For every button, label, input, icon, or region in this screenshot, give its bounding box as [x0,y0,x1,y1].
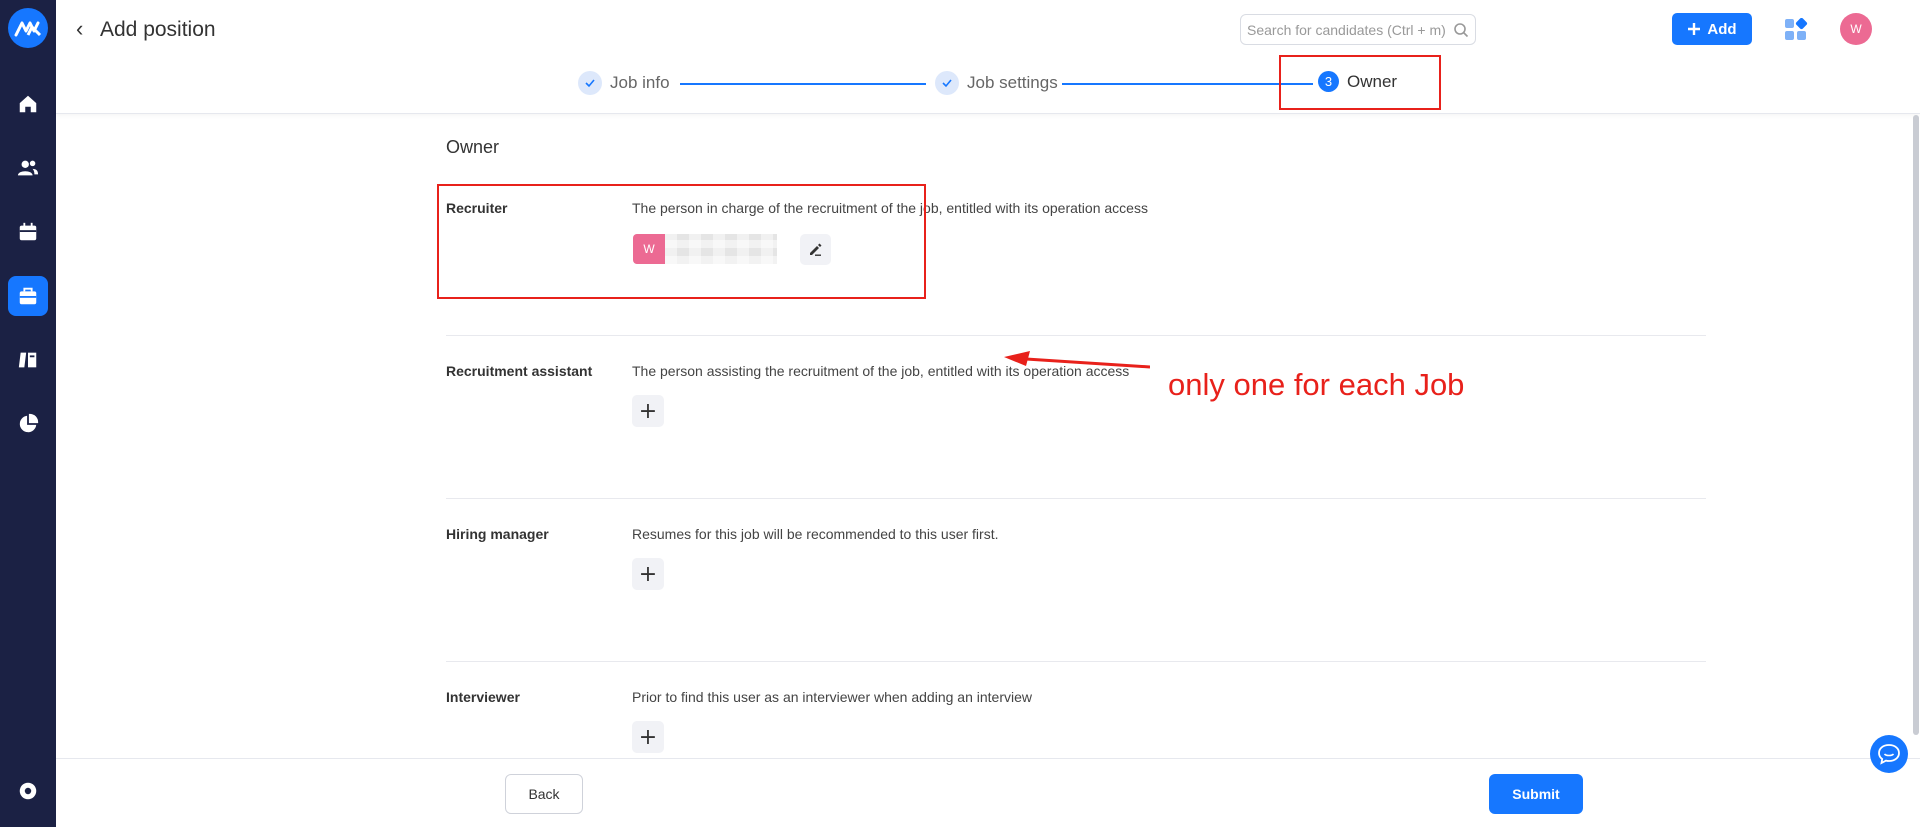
page-title: Add position [100,18,216,41]
main-content: Owner Recruiter The person in charge of … [56,115,1912,758]
user-avatar[interactable]: W [1840,13,1872,45]
annotation-box-owner-step [1279,55,1441,110]
step-job-settings[interactable]: Job settings [935,71,1058,95]
interviewer-label: Interviewer [446,689,520,705]
recruitment-assistant-description: The person assisting the recruitment of … [632,363,1130,379]
add-button-label: Add [1707,20,1737,38]
footer-bar: Back Submit [56,758,1920,827]
search-icon[interactable] [1453,22,1469,38]
home-icon[interactable] [8,84,48,124]
plus-icon: + [638,398,658,424]
step-job-info[interactable]: Job info [578,71,670,95]
section-divider [446,498,1706,499]
annotation-box-recruiter [437,184,926,299]
sidebar [0,0,56,827]
pie-chart-icon[interactable] [8,404,48,444]
section-divider [446,335,1706,336]
back-arrow-icon[interactable]: ‹ [76,16,83,42]
plus-icon: + [638,724,658,750]
logo-icon[interactable] [8,8,48,48]
add-button[interactable]: Add [1672,13,1752,45]
search-box[interactable] [1240,14,1476,45]
annotation-text: only one for each Job [1168,367,1465,402]
plus-icon [1688,23,1701,35]
people-icon[interactable] [8,148,48,188]
back-button[interactable]: Back [505,774,583,814]
add-hiring-manager-button[interactable]: + [632,558,664,590]
scrollbar-thumb[interactable] [1913,115,1919,735]
section-title: Owner [446,137,500,157]
top-header: ‹ Add position Add W Job info Job settin… [56,0,1920,114]
submit-button[interactable]: Submit [1489,774,1583,814]
check-icon [935,71,959,95]
check-icon [578,71,602,95]
recruitment-assistant-label: Recruitment assistant [446,363,593,379]
interviewer-description: Prior to find this user as an interviewe… [632,689,1032,705]
briefcase-icon[interactable] [8,276,48,316]
add-interviewer-button[interactable]: + [632,721,664,753]
chat-support-icon[interactable] [1870,735,1908,773]
scrollbar[interactable] [1912,115,1920,735]
settings-icon[interactable] [8,771,48,811]
step-label: Job settings [967,73,1058,92]
calendar-icon[interactable] [8,212,48,252]
hiring-manager-description: Resumes for this job will be recommended… [632,526,999,542]
step-connector [680,83,926,85]
step-label: Job info [610,73,670,92]
book-icon[interactable] [8,340,48,380]
step-connector [1062,83,1313,85]
apps-icon[interactable] [1784,18,1808,42]
hiring-manager-label: Hiring manager [446,526,549,542]
search-input[interactable] [1247,21,1453,38]
section-divider [446,661,1706,662]
add-recruitment-assistant-button[interactable]: + [632,395,664,427]
plus-icon: + [638,561,658,587]
